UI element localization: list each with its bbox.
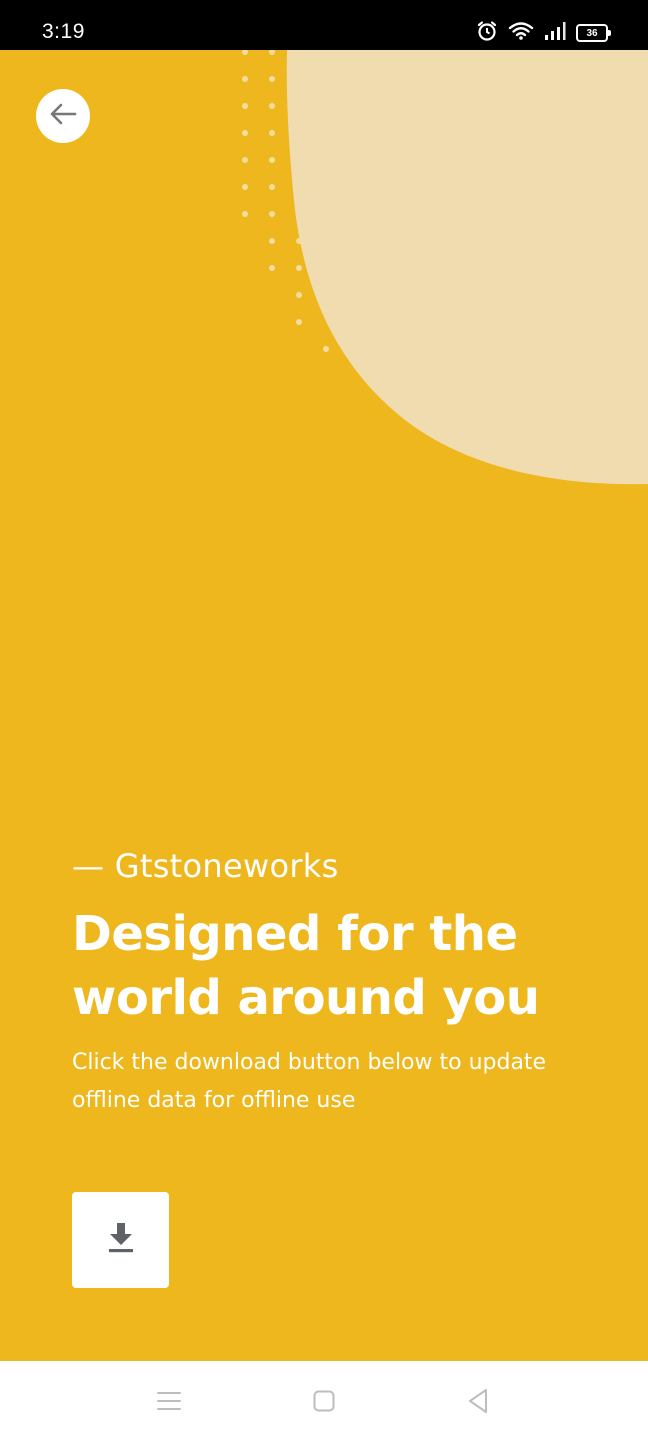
home-icon[interactable] xyxy=(308,1385,340,1417)
battery-icon: 36 xyxy=(576,24,611,42)
status-bar: 3:19 36 xyxy=(0,0,648,50)
brand-name: — Gtstoneworks xyxy=(72,847,339,885)
description-text: Click the download button below to updat… xyxy=(72,1050,547,1113)
alarm-icon xyxy=(476,20,498,46)
onboarding-screen: — Gtstoneworks Designed for the world ar… xyxy=(0,50,648,1361)
wifi-icon xyxy=(508,21,534,45)
back-button[interactable] xyxy=(36,89,90,143)
menu-icon[interactable] xyxy=(153,1385,185,1417)
navigation-bar xyxy=(0,1361,648,1440)
status-time: 3:19 xyxy=(42,20,85,43)
decorative-blob xyxy=(242,50,648,485)
download-button[interactable] xyxy=(72,1192,169,1288)
status-icons: 36 xyxy=(476,20,611,46)
back-icon[interactable] xyxy=(462,1385,494,1417)
signal-icon xyxy=(544,21,566,45)
download-icon xyxy=(107,1222,135,1258)
page-title: Designed for the world around you xyxy=(72,906,540,1026)
arrow-left-icon xyxy=(49,103,77,129)
